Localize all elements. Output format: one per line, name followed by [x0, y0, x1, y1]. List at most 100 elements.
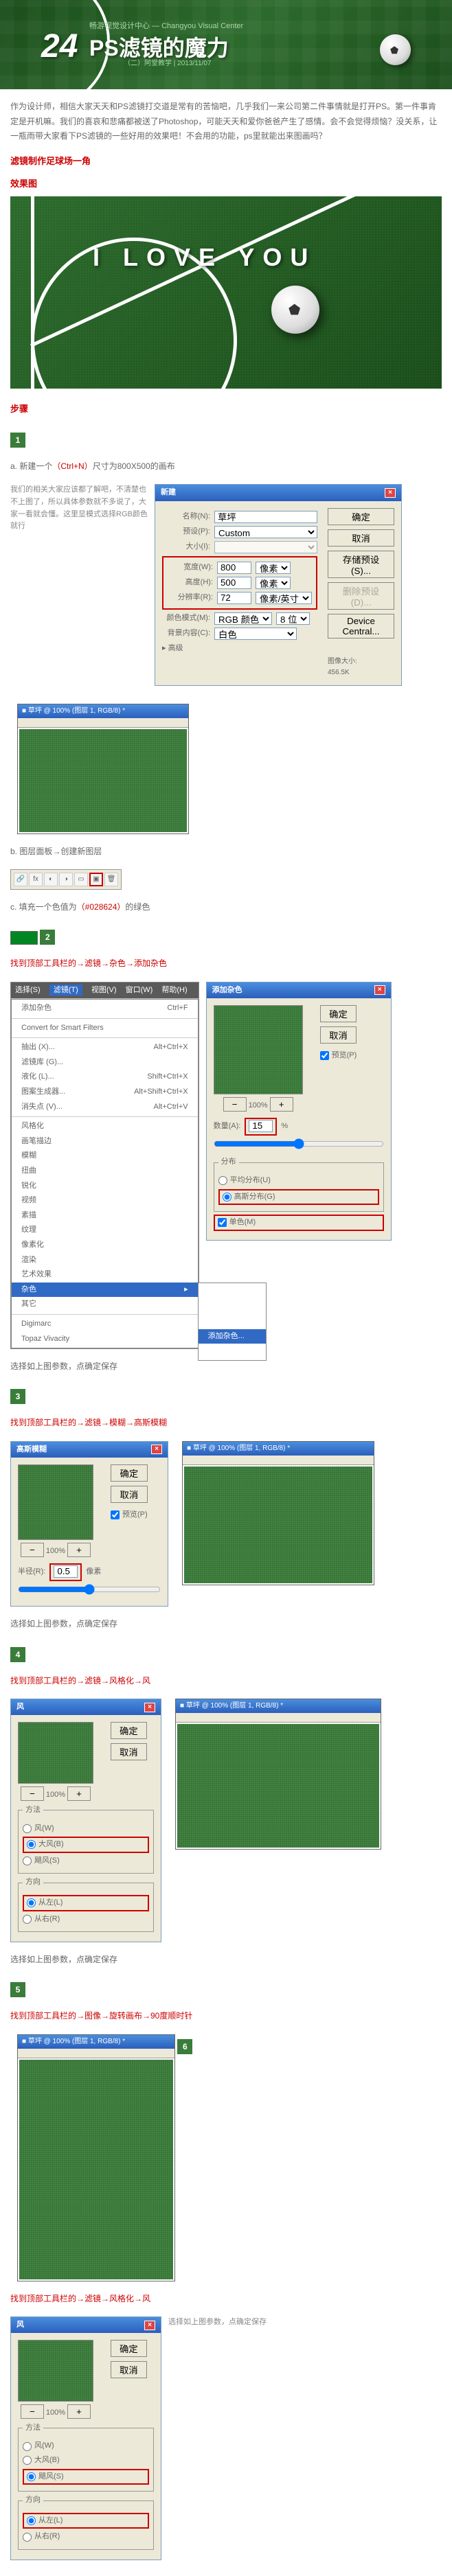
device-central-button[interactable]: Device Central... [328, 614, 394, 639]
zoom-out-button[interactable]: − [21, 1786, 44, 1801]
from-right-radio[interactable] [23, 1915, 32, 1924]
wind-dialog: 风× − 100% + 确定 取消 方法 风(W) 大风(B) 飓风(S) [10, 2316, 161, 2560]
name-input[interactable] [214, 511, 317, 523]
zoom-in-button[interactable]: + [270, 1097, 293, 1112]
add-noise-item[interactable]: 添加杂色... [199, 1329, 266, 1344]
adjustment-icon[interactable]: ◑ [59, 873, 73, 886]
zoom-in-button[interactable]: + [67, 1786, 91, 1801]
preview-thumb [18, 1464, 93, 1540]
trash-icon[interactable]: 🗑 [104, 873, 118, 886]
noise-submenu[interactable]: 杂色▸ 减少杂色... 蒙尘与划痕... 去斑 添加杂色... 中间值... [12, 1283, 198, 1298]
zoom-out-button[interactable]: − [21, 1543, 44, 1557]
ok-button[interactable]: 确定 [320, 1005, 357, 1022]
preview-thumb [18, 2340, 93, 2402]
stagger-radio[interactable] [23, 1856, 32, 1865]
delete-preset-button[interactable]: 删除预设(D)... [328, 582, 394, 610]
fx-icon[interactable]: fx [29, 873, 43, 886]
canvas-window: ■ 草坪 @ 100% (图层 1, RGB/8) * [175, 1699, 381, 1850]
close-icon[interactable]: × [144, 1703, 155, 1712]
from-left-radio[interactable] [27, 2516, 36, 2525]
gaussian-radio[interactable] [223, 1193, 231, 1201]
zoom-out-button[interactable]: − [223, 1097, 247, 1112]
cancel-button[interactable]: 取消 [328, 529, 394, 547]
resolution-input[interactable] [217, 592, 251, 604]
close-icon[interactable]: × [374, 985, 385, 995]
ok-button[interactable]: 确定 [111, 1464, 148, 1482]
step-text: 找到顶部工具栏的→滤镜→风格化→风 [10, 1675, 442, 1688]
radius-slider[interactable] [18, 1584, 161, 1595]
width-input[interactable] [217, 562, 251, 574]
grass-preview-rotated [19, 2060, 173, 2279]
step-note: 选择如上图参数，点确定保存 [10, 1360, 442, 1373]
filter-menu-item[interactable]: 滤镜(T) [49, 985, 82, 996]
cancel-button[interactable]: 取消 [111, 2361, 147, 2378]
steps-heading: 步骤 [10, 402, 442, 417]
height-unit[interactable]: 像素 [256, 577, 291, 589]
ok-button[interactable]: 确定 [111, 2340, 147, 2357]
uniform-radio[interactable] [218, 1176, 227, 1185]
gaussian-blur-dialog: 高斯模糊× − 100% + 确定 取消 预览(P) 半径(R):像素 [10, 1441, 168, 1607]
step-note: 选择如上图参数，点确定保存 [10, 1618, 442, 1631]
preview-checkbox[interactable] [111, 1510, 120, 1519]
close-icon[interactable]: × [144, 2321, 155, 2330]
mode-select[interactable]: RGB 颜色 [214, 612, 272, 625]
close-icon[interactable]: × [385, 488, 396, 498]
step-number: 3 [10, 1389, 25, 1404]
step-number: 1 [10, 433, 25, 448]
wind-dialog: 风× − 100% + 确定 取消 方法 风(W) 大风(B) 飓风(S) [10, 1699, 161, 1942]
from-left-radio[interactable] [27, 1898, 36, 1907]
blast-radio[interactable] [23, 2456, 32, 2465]
cancel-button[interactable]: 取消 [320, 1026, 357, 1044]
save-preset-button[interactable]: 存储预设(S)... [328, 551, 394, 578]
ok-button[interactable]: 确定 [111, 1722, 147, 1739]
result-preview: I LOVE YOU [10, 196, 442, 389]
step-text: 找到顶部工具栏的→图像→旋转画布→90度顺时针 [10, 2010, 442, 2023]
size-select[interactable] [214, 541, 317, 553]
step-text: c. 填充一个色值为（#028624）的绿色 [10, 901, 442, 914]
new-document-dialog: 新建 × 名称(N): 预设(P):Custom 大小(I): 宽度(W):像素… [155, 484, 402, 686]
zoom-in-button[interactable]: + [67, 1543, 91, 1557]
step-number: 6 [177, 2039, 192, 2054]
hero-number: 24 [41, 21, 78, 73]
step-number: 5 [10, 1982, 25, 1997]
zoom-out-button[interactable]: − [21, 2404, 44, 2419]
amount-slider[interactable] [214, 1138, 384, 1149]
wind-radio[interactable] [23, 1824, 32, 1833]
ok-button[interactable]: 确定 [328, 508, 394, 525]
canvas-title: ■ 草坪 @ 100% (图层 1, RGB/8) * [18, 704, 188, 718]
preset-select[interactable]: Custom [214, 526, 317, 538]
link-icon[interactable]: 🔗 [14, 873, 27, 886]
preview-checkbox[interactable] [320, 1051, 329, 1060]
bg-select[interactable]: 白色 [214, 628, 297, 640]
height-input[interactable] [217, 577, 251, 589]
side-note: 我们的相关大家应该都了解吧，不清楚也不上图了，所以具体参数就不多说了，大家一看就… [10, 484, 148, 532]
blast-radio[interactable] [27, 1840, 36, 1849]
from-right-radio[interactable] [23, 2533, 32, 2542]
bit-select[interactable]: 8 位 [276, 612, 310, 625]
width-unit[interactable]: 像素 [256, 562, 291, 574]
mono-checkbox[interactable] [218, 1218, 227, 1227]
zoom-in-button[interactable]: + [67, 2404, 91, 2419]
grass-preview [19, 729, 187, 832]
preview-thumb [214, 1005, 303, 1094]
cancel-button[interactable]: 取消 [111, 1743, 147, 1760]
amount-input[interactable] [249, 1120, 273, 1132]
stagger-radio[interactable] [27, 2472, 36, 2481]
close-icon[interactable]: × [151, 1445, 162, 1454]
mask-icon[interactable]: ◐ [44, 873, 58, 886]
group-icon[interactable]: ▭ [74, 873, 88, 886]
color-swatch [10, 931, 38, 945]
wind-radio[interactable] [23, 2442, 32, 2451]
new-layer-icon[interactable]: ▣ [89, 873, 103, 886]
step-number: 2 [40, 930, 55, 945]
cancel-button[interactable]: 取消 [111, 1486, 148, 1503]
step-text: 找到顶部工具栏的→滤镜→风格化→风 [10, 2292, 442, 2305]
step-text: b. 图层面板→创建新图层 [10, 845, 442, 858]
advanced-toggle[interactable]: ▸ 高级 [162, 643, 183, 655]
radius-input[interactable] [54, 1565, 78, 1578]
step-text: a. 新建一个（Ctrl+N）尺寸为800X500的画布 [10, 460, 442, 473]
resolution-unit[interactable]: 像素/英寸 [256, 592, 312, 604]
canvas-window: ■ 草坪 @ 100% (图层 1, RGB/8) * [17, 2034, 175, 2281]
hero-meta: （二）阿堂教学 | 2013/11/07 [124, 58, 211, 69]
result-label: 效果图 [10, 177, 442, 192]
